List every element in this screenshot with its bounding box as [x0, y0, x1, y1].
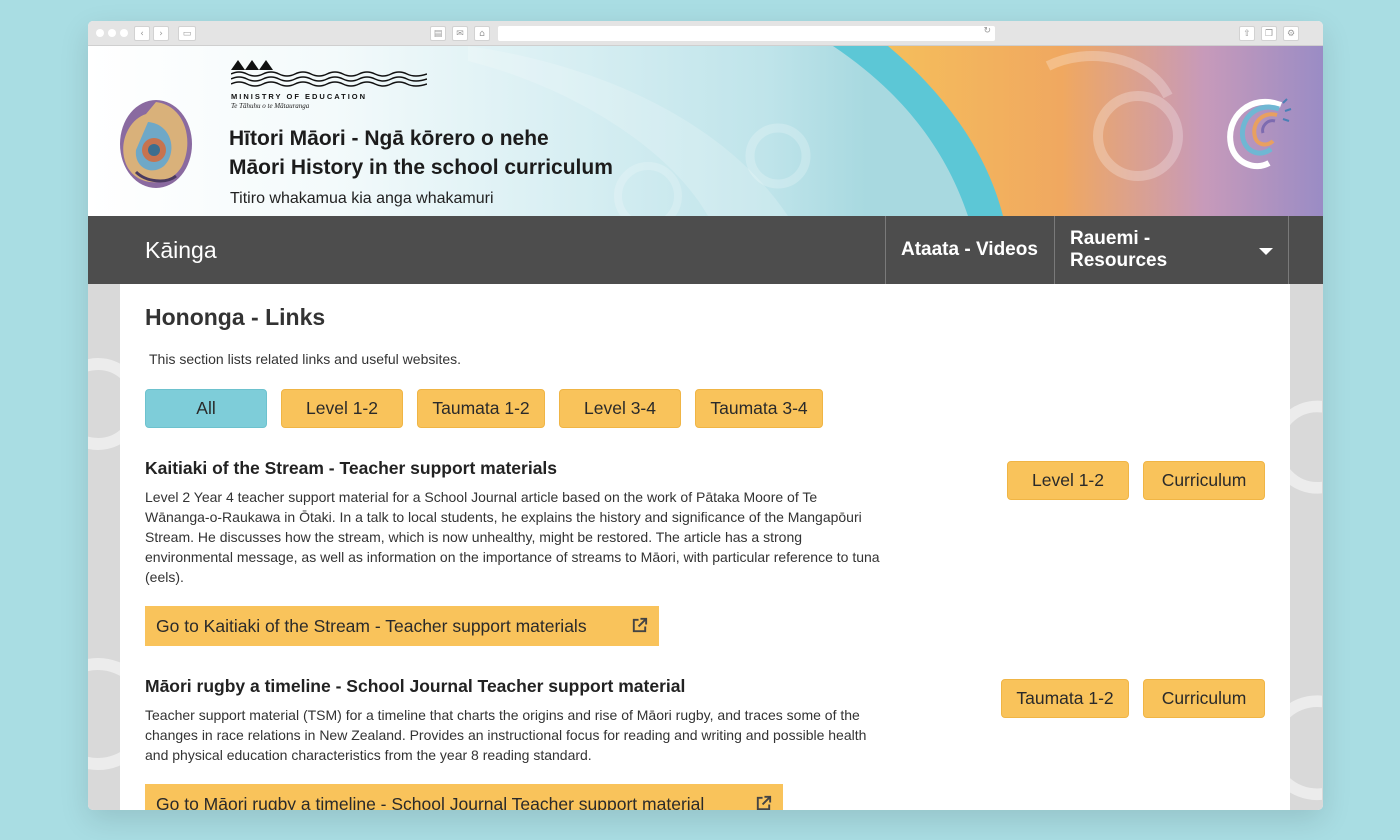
browser-window: ‹ › ▭ ▤ ✉ ⌂ ↻ ⇧ ❐ ⚙ MINISTRY OF EDUCATIO… [88, 21, 1323, 810]
tag-curriculum[interactable]: Curriculum [1143, 679, 1265, 718]
link-item-description: Teacher support material (TSM) for a tim… [145, 707, 867, 763]
home-icon[interactable]: ⌂ [474, 26, 490, 41]
koru-pattern-left [88, 358, 120, 770]
ammonite-shell-icon [120, 100, 192, 188]
link-item-description: Level 2 Year 4 teacher support material … [145, 489, 880, 585]
filter-bar: All Level 1-2 Taumata 1-2 Level 3-4 Taum… [145, 389, 823, 428]
nav-resources-dropdown[interactable]: Rauemi - Resources [1054, 216, 1289, 284]
filter-level-3-4-button[interactable]: Level 3-4 [559, 389, 681, 428]
reload-icon[interactable]: ↻ [983, 26, 991, 36]
ministry-name: MINISTRY OF EDUCATION [231, 92, 368, 101]
go-to-link-label: Go to Māori rugby a timeline - School Jo… [156, 793, 705, 811]
site-title-maori[interactable]: Hītori Māori - Ngā kōrero o nehe [229, 127, 549, 151]
go-to-link-label: Go to Kaitiaki of the Stream - Teacher s… [156, 615, 587, 636]
external-link-icon [632, 617, 648, 633]
tabs-icon[interactable]: ❐ [1261, 26, 1277, 41]
moe-logo-icon [231, 60, 427, 87]
browser-toolbar: ‹ › ▭ ▤ ✉ ⌂ ↻ ⇧ ❐ ⚙ [88, 21, 1323, 46]
site-tagline: Titiro whakamua kia anga whakamuri [230, 190, 494, 207]
external-link-icon [756, 795, 772, 810]
content-area: Hononga - Links This section lists relat… [88, 284, 1323, 810]
print-icon[interactable]: ▤ [430, 26, 446, 41]
filter-all-button[interactable]: All [145, 389, 267, 428]
tag-curriculum[interactable]: Curriculum [1143, 461, 1265, 500]
main-navbar: Kāinga Ataata - Videos Rauemi - Resource… [88, 216, 1323, 284]
settings-icon[interactable]: ⚙ [1283, 26, 1299, 41]
forward-icon[interactable]: › [153, 26, 169, 41]
nav-resources-label: Rauemi - Resources [1070, 228, 1168, 271]
go-to-link-button[interactable]: Go to Māori rugby a timeline - School Jo… [145, 784, 783, 810]
filter-level-1-2-button[interactable]: Level 1-2 [281, 389, 403, 428]
nav-home[interactable]: Kāinga [145, 237, 217, 264]
ministry-name-maori: Te Tāhuhu o te Mātauranga [231, 102, 310, 110]
window-controls[interactable] [96, 29, 128, 37]
address-bar[interactable]: ↻ [498, 26, 995, 41]
share-icon[interactable]: ⇧ [1239, 26, 1255, 41]
caret-down-icon [1259, 248, 1273, 255]
site-banner: MINISTRY OF EDUCATION Te Tāhuhu o te Māt… [88, 46, 1323, 216]
tag-level-1-2[interactable]: Level 1-2 [1007, 461, 1129, 500]
site-title-english[interactable]: Māori History in the school curriculum [229, 156, 613, 180]
sidebar-icon[interactable]: ▭ [178, 26, 196, 41]
main-content: Hononga - Links This section lists relat… [120, 284, 1290, 810]
page-title: Hononga - Links [145, 304, 326, 330]
koru-pattern-right [1290, 400, 1322, 801]
mail-icon[interactable]: ✉ [452, 26, 468, 41]
tag-taumata-1-2[interactable]: Taumata 1-2 [1001, 679, 1129, 718]
back-icon[interactable]: ‹ [134, 26, 150, 41]
filter-taumata-1-2-button[interactable]: Taumata 1-2 [417, 389, 545, 428]
go-to-link-button[interactable]: Go to Kaitiaki of the Stream - Teacher s… [145, 606, 659, 646]
page-intro: This section lists related links and use… [149, 351, 462, 367]
link-item-title: Māori rugby a timeline - School Journal … [145, 676, 686, 696]
filter-taumata-3-4-button[interactable]: Taumata 3-4 [695, 389, 823, 428]
nav-videos-label: Ataata - Videos [901, 239, 1038, 260]
nav-videos[interactable]: Ataata - Videos [885, 216, 1055, 284]
link-item-title: Kaitiaki of the Stream - Teacher support… [145, 458, 558, 478]
koru-logo-icon [1227, 98, 1292, 170]
